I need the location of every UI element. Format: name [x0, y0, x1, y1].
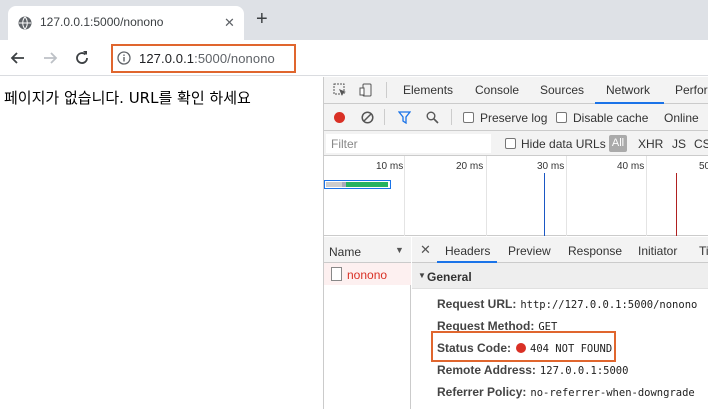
grid-line — [486, 156, 487, 236]
address-bar[interactable]: 127.0.0.1:5000/nonono — [111, 44, 296, 73]
disable-cache-checkbox[interactable] — [556, 112, 567, 123]
tick-label: 30 ms — [537, 161, 565, 172]
field-value: no-referrer-when-downgrade — [530, 387, 695, 399]
inspect-element-icon[interactable] — [333, 83, 347, 97]
request-detail: ✕ Headers Preview Response Initiator Ti … — [412, 237, 708, 409]
filter-type-all[interactable]: All — [609, 135, 627, 152]
tick-label: 40 ms — [617, 161, 645, 172]
tab-response[interactable]: Response — [568, 244, 622, 258]
name-header-label: Name — [329, 245, 362, 259]
tab-network[interactable]: Network — [606, 83, 650, 97]
status-code-highlight — [431, 331, 616, 362]
throttling-select[interactable]: Online — [664, 111, 699, 125]
grid-line — [404, 156, 405, 236]
filter-icon[interactable] — [398, 111, 411, 124]
field-value: 127.0.0.1:5000 — [539, 365, 629, 377]
separator — [451, 109, 452, 125]
back-arrow-icon[interactable] — [8, 48, 28, 68]
filter-type-css[interactable]: CSS — [694, 137, 708, 151]
tab-elements[interactable]: Elements — [403, 83, 453, 97]
hide-data-urls-checkbox[interactable] — [505, 138, 516, 149]
general-section-title: General — [427, 270, 472, 284]
browser-toolbar — [0, 40, 708, 76]
tab-console[interactable]: Console — [475, 83, 519, 97]
waterfall-stalled — [326, 182, 342, 187]
network-toolbar: Preserve log Disable cache Online — [324, 104, 708, 131]
remote-address-row: Remote Address: 127.0.0.1:5000 — [437, 363, 628, 377]
info-icon[interactable] — [117, 51, 131, 65]
document-icon — [331, 267, 342, 281]
page-message: 페이지가 없습니다. URL를 확인 하세요 — [4, 89, 251, 107]
tab-strip: 127.0.0.1:5000/nonono ✕ + — [0, 0, 708, 40]
url-text: 127.0.0.1:5000/nonono — [139, 51, 275, 66]
preserve-log-checkbox[interactable] — [463, 112, 474, 123]
separator — [384, 109, 385, 125]
network-overview: 10 ms 20 ms 30 ms 40 ms 50 — [324, 156, 708, 236]
tab-initiator[interactable]: Initiator — [638, 244, 677, 258]
detail-tab-bar: ✕ Headers Preview Response Initiator Ti — [412, 237, 708, 263]
hide-data-urls-label: Hide data URLs — [521, 137, 606, 151]
domcontentloaded-marker — [544, 173, 545, 236]
tick-label: 20 ms — [456, 161, 484, 172]
forward-arrow-icon[interactable] — [40, 48, 60, 68]
name-column-header[interactable]: Name ▼ — [324, 237, 411, 263]
request-row[interactable]: nonono — [324, 263, 411, 285]
close-detail-icon[interactable]: ✕ — [420, 242, 431, 258]
record-icon[interactable] — [334, 112, 345, 123]
preserve-log-label: Preserve log — [480, 111, 548, 125]
tab-title: 127.0.0.1:5000/nonono — [40, 15, 164, 29]
separator — [386, 82, 387, 98]
filter-input[interactable]: Filter — [326, 134, 491, 153]
close-tab-icon[interactable]: ✕ — [224, 15, 235, 31]
waterfall-download — [346, 182, 388, 187]
tab-headers[interactable]: Headers — [445, 244, 490, 258]
sort-arrow-icon: ▼ — [395, 245, 404, 255]
field-key: Referrer Policy: — [437, 385, 527, 399]
browser-tab[interactable]: 127.0.0.1:5000/nonono ✕ — [8, 6, 244, 40]
load-marker — [676, 173, 677, 236]
devtools-tab-bar: Elements Console Sources Network Perform — [324, 77, 708, 104]
filter-placeholder: Filter — [331, 137, 358, 151]
field-value: http://127.0.0.1:5000/nonono — [520, 299, 698, 311]
request-url-row: Request URL: http://127.0.0.1:5000/nonono — [437, 297, 697, 311]
request-name: nonono — [347, 268, 388, 282]
grid-line — [566, 156, 567, 236]
new-tab-button[interactable]: + — [256, 9, 268, 29]
search-icon[interactable] — [426, 111, 439, 124]
tab-timing[interactable]: Ti — [699, 244, 708, 258]
field-key: Remote Address: — [437, 363, 536, 377]
tick-label: 50 — [699, 161, 708, 172]
globe-icon — [18, 16, 32, 30]
tick-label: 10 ms — [376, 161, 404, 172]
request-list: Name ▼ nonono — [324, 237, 411, 409]
tab-sources[interactable]: Sources — [540, 83, 584, 97]
field-key: Request URL: — [437, 297, 517, 311]
filter-type-js[interactable]: JS — [672, 137, 686, 151]
clear-icon[interactable] — [361, 111, 374, 124]
filter-type-xhr[interactable]: XHR — [638, 137, 663, 151]
disable-cache-label: Disable cache — [573, 111, 649, 125]
tab-performance[interactable]: Perform — [675, 83, 708, 97]
referrer-policy-row: Referrer Policy: no-referrer-when-downgra… — [437, 385, 695, 399]
general-section-header[interactable]: ▼ General — [412, 263, 708, 289]
tab-preview[interactable]: Preview — [508, 244, 551, 258]
reload-icon[interactable] — [72, 48, 92, 68]
device-toolbar-icon[interactable] — [359, 83, 373, 97]
filter-bar: Filter Hide data URLs All XHR JS CSS — [324, 131, 708, 156]
grid-line — [646, 156, 647, 236]
expand-triangle-icon: ▼ — [418, 271, 426, 280]
